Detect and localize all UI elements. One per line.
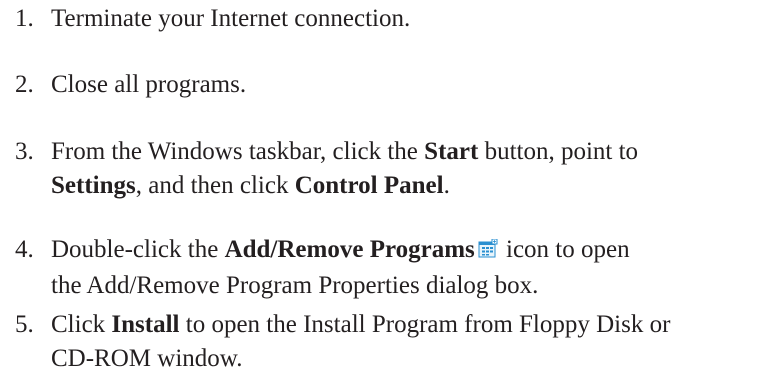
step-line: 4. Double-click the Add/Remove Programs i…	[15, 233, 775, 269]
step-line: Settings, and then click Control Panel.	[15, 169, 775, 203]
step-number: 5.	[15, 311, 34, 338]
step-line: CD-ROM window.	[15, 342, 775, 376]
step-text: , and then click	[135, 172, 295, 199]
step-text: .	[443, 172, 450, 199]
add-remove-programs-term: Add/Remove Programs	[224, 236, 475, 263]
step-number: 4.	[15, 236, 34, 263]
step-line: 5. Click Install to open the Install Prog…	[15, 308, 775, 342]
install-term: Install	[111, 311, 180, 338]
step-text: From the Windows taskbar, click the	[51, 138, 425, 165]
step-line: the Add/Remove Program Properties dialog…	[15, 269, 775, 303]
step-number: 3.	[15, 138, 34, 165]
control-panel-term: Control Panel	[294, 172, 444, 199]
step-text: Terminate your Internet connection.	[51, 5, 411, 32]
step-text: the Add/Remove Program Properties dialog…	[51, 272, 539, 299]
step-text: Double-click the	[51, 236, 225, 263]
step-text: to open the Install Program from Floppy …	[179, 311, 671, 338]
step-text: icon to open	[499, 236, 630, 263]
step-number: 2.	[15, 71, 34, 98]
add-remove-programs-icon	[478, 235, 498, 269]
step-line: 3. From the Windows taskbar, click the St…	[15, 135, 775, 169]
step-5: 5. Click Install to open the Install Prog…	[15, 308, 775, 376]
step-3: 3. From the Windows taskbar, click the St…	[15, 135, 775, 203]
step-4: 4. Double-click the Add/Remove Programs i…	[15, 233, 775, 303]
step-number: 1.	[15, 5, 34, 32]
step-1: 1. Terminate your Internet connection.	[15, 2, 775, 36]
step-2: 2. Close all programs.	[15, 68, 775, 102]
step-text: Click	[51, 311, 112, 338]
start-term: Start	[424, 138, 479, 165]
step-text: button, point to	[478, 138, 639, 165]
settings-term: Settings	[51, 172, 136, 199]
step-text: Close all programs.	[51, 71, 247, 98]
